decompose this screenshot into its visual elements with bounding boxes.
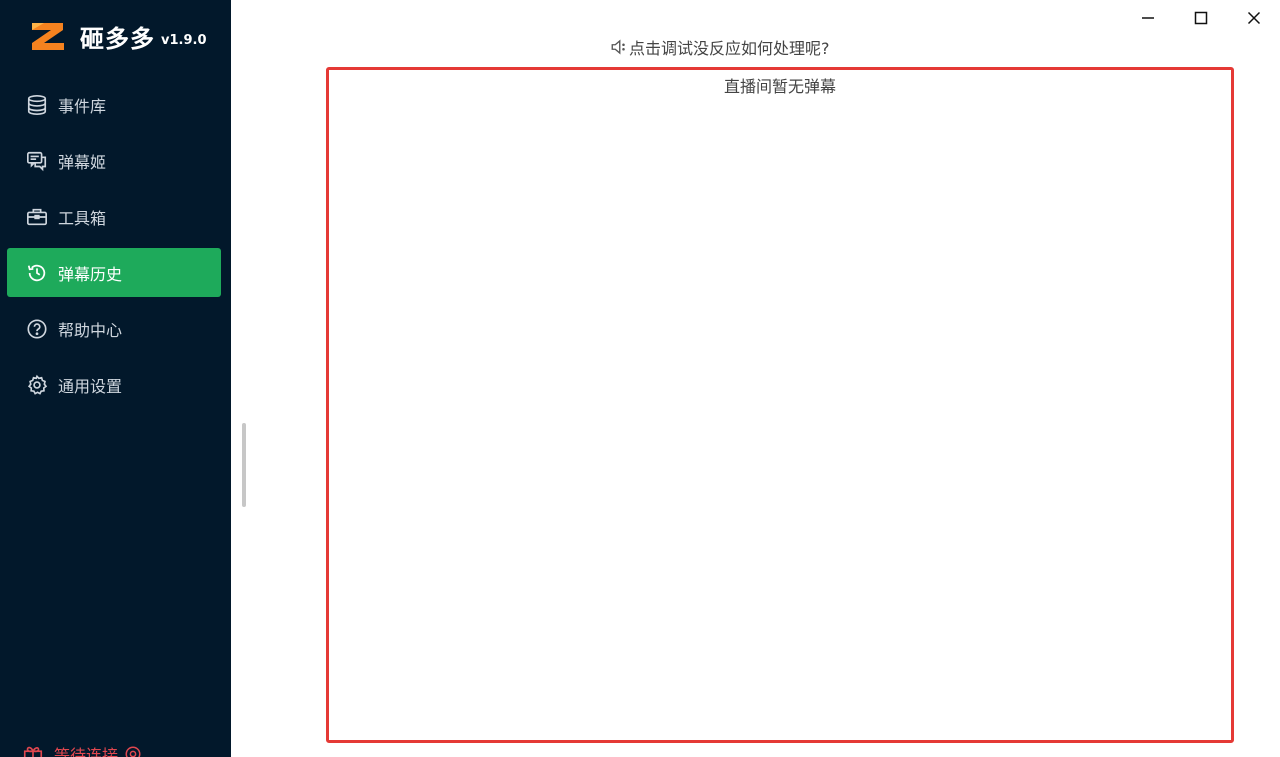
window-controls [1121,0,1280,36]
brand: 砸多多 v1.9.0 [30,16,207,56]
sidebar-item-label: 通用设置 [58,376,123,396]
speaker-icon [611,39,625,55]
sidebar-item-label: 事件库 [58,96,107,116]
location-icon [125,746,141,757]
connection-status[interactable]: 等待连接 [22,742,142,757]
minimize-button[interactable] [1121,0,1174,36]
maximize-icon [1194,11,1207,25]
sidebar-item-toolbox[interactable]: 工具箱 [7,192,221,241]
debug-help-link[interactable]: 点击调试没反应如何处理呢? [610,37,830,58]
panel-resize-handle[interactable] [242,423,246,507]
toolbox-icon [25,205,49,229]
empty-state-text: 直播间暂无弹幕 [723,77,836,96]
sidebar-item-label: 弹幕历史 [58,264,123,284]
gear-icon [25,373,49,397]
sidebar-item-label: 帮助中心 [58,320,123,340]
gift-icon [23,746,43,757]
help-icon [25,317,49,341]
sidebar-item-danmaku-ji[interactable]: 弹幕姬 [7,136,221,185]
close-button[interactable] [1227,0,1280,36]
sidebar-item-label: 工具箱 [58,208,107,228]
sidebar-item-label: 弹幕姬 [58,152,107,172]
sidebar-item-event-library[interactable]: 事件库 [7,80,221,129]
danmaku-history-panel: 直播间暂无弹幕 [326,67,1234,743]
connection-status-text: 等待连接 [54,746,119,757]
chat-icon [25,149,49,173]
app-version: v1.9.0 [161,32,207,48]
sidebar-item-help-center[interactable]: 帮助中心 [7,304,221,353]
history-icon [25,261,49,285]
close-icon [1247,11,1260,25]
logo-icon [32,23,64,50]
maximize-button[interactable] [1174,0,1227,36]
sidebar: 砸多多 v1.9.0 事件库 弹幕姬 工具箱 弹幕历史 帮助中心 通用设置 等待… [0,0,231,757]
database-icon [25,93,49,117]
sidebar-nav: 事件库 弹幕姬 工具箱 弹幕历史 帮助中心 通用设置 [7,80,221,416]
app-name: 砸多多 [80,24,155,53]
sidebar-item-danmaku-history[interactable]: 弹幕历史 [7,248,221,297]
sidebar-item-settings[interactable]: 通用设置 [7,360,221,409]
minimize-icon [1141,17,1154,19]
debug-help-text: 点击调试没反应如何处理呢? [629,39,830,58]
